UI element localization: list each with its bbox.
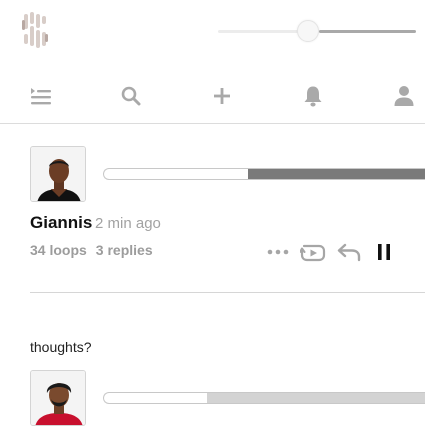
avatar[interactable]	[30, 370, 86, 426]
audio-progress-fill	[248, 169, 425, 179]
volume-slider[interactable]	[218, 18, 416, 44]
volume-track	[319, 30, 416, 33]
loops-count[interactable]: 34 loops	[30, 242, 87, 258]
audio-progress-bar[interactable]	[103, 168, 425, 180]
volume-track-filled	[218, 30, 308, 33]
more-icon[interactable]	[266, 240, 290, 264]
post-stats: 34 loops 3 replies	[30, 242, 162, 258]
plus-icon[interactable]	[210, 84, 234, 108]
loop-icon[interactable]	[299, 240, 327, 264]
volume-slider-thumb[interactable]	[297, 20, 319, 42]
pause-icon[interactable]	[374, 240, 394, 264]
audio-progress-fill	[206, 393, 425, 403]
post-divider	[30, 292, 425, 293]
user-icon[interactable]	[392, 84, 416, 108]
replies-count[interactable]: 3 replies	[96, 242, 153, 258]
post-time: 2 min ago	[95, 215, 161, 232]
bell-icon[interactable]	[301, 84, 325, 108]
avatar[interactable]	[30, 146, 86, 202]
nav-divider	[0, 123, 425, 124]
post-author[interactable]: Giannis	[30, 213, 92, 233]
queue-list-icon[interactable]	[29, 84, 53, 108]
search-icon[interactable]	[119, 84, 143, 108]
post-text: thoughts?	[30, 339, 92, 355]
s-logo-icon[interactable]	[20, 12, 50, 50]
reply-icon[interactable]	[335, 240, 363, 264]
audio-progress-bar[interactable]	[103, 392, 425, 404]
